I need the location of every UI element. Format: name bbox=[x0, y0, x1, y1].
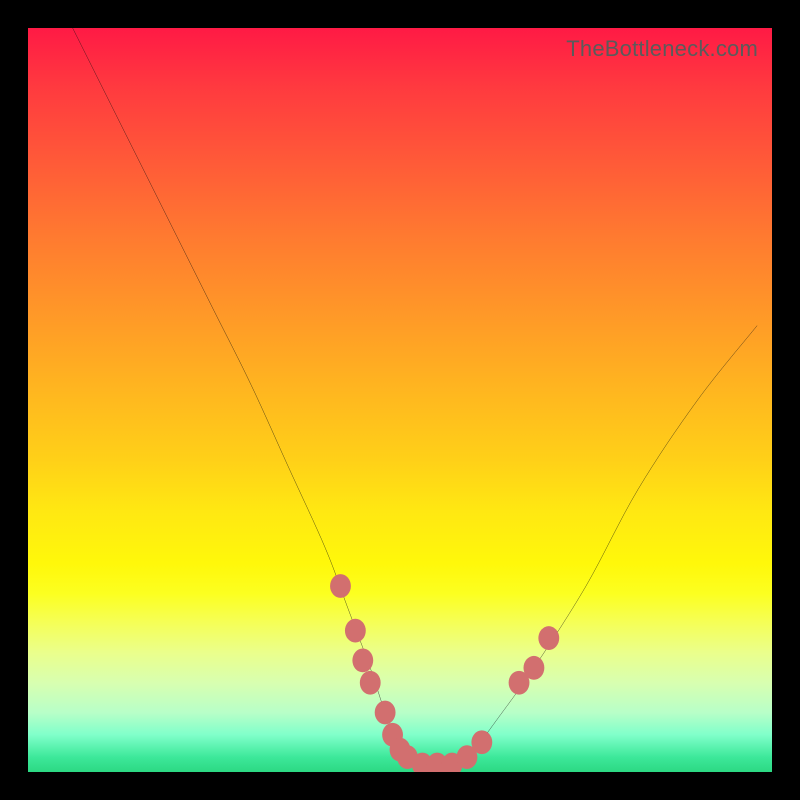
curve-marker bbox=[471, 730, 492, 754]
bottleneck-curve-svg bbox=[28, 28, 772, 772]
curve-markers bbox=[330, 574, 559, 772]
chart-frame: TheBottleneck.com bbox=[0, 0, 800, 800]
curve-marker bbox=[375, 701, 396, 725]
curve-marker bbox=[345, 619, 366, 643]
bottleneck-curve-path bbox=[73, 28, 757, 772]
curve-marker bbox=[360, 671, 381, 695]
chart-plot-area: TheBottleneck.com bbox=[28, 28, 772, 772]
curve-marker bbox=[352, 648, 373, 672]
curve-marker bbox=[330, 574, 351, 598]
curve-marker bbox=[524, 656, 545, 680]
curve-marker bbox=[538, 626, 559, 650]
